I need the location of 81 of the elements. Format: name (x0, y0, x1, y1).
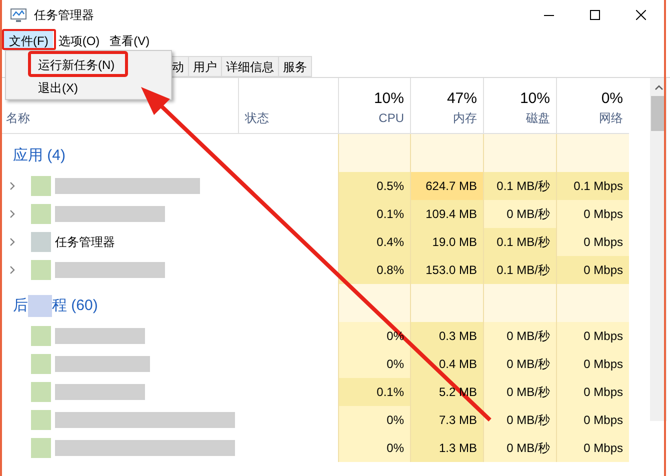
column-header[interactable]: 状态 (238, 78, 338, 133)
blurred-icon (31, 176, 51, 196)
column-label: 网络 (599, 110, 623, 127)
table-cell: 153.0 MB (410, 256, 483, 284)
table-cell: 0.1 MB/秒 (483, 172, 556, 200)
table-cell: 0.1 MB/秒 (483, 256, 556, 284)
group-row-cell (338, 134, 410, 172)
table-cell: 0% (338, 434, 410, 462)
group-row-cell (338, 284, 410, 322)
table-cell: 0.1% (338, 200, 410, 228)
table-cell: 0 Mbps (556, 350, 629, 378)
table-cell: 0.5% (338, 172, 410, 200)
group-header[interactable]: 后 (13, 294, 28, 318)
table-cell: 0.4% (338, 228, 410, 256)
close-icon (636, 10, 646, 20)
table-cell: 0 Mbps (556, 434, 629, 462)
scroll-up-icon[interactable] (654, 85, 662, 90)
menu-item[interactable]: 选项(O) (53, 31, 105, 51)
table-cell: 0 MB/秒 (483, 434, 556, 462)
tab[interactable]: 用户 (188, 56, 222, 77)
table-cell: 0.4 MB (410, 350, 483, 378)
column-header[interactable]: 47% 内存 (410, 78, 483, 133)
column-label: 磁盘 (526, 110, 550, 127)
table-cell: 0.3 MB (410, 322, 483, 350)
table-cell: 0 MB/秒 (483, 406, 556, 434)
table-cell: 0.1 MB/秒 (483, 228, 556, 256)
blurred-icon (31, 410, 51, 430)
table-cell: 0 Mbps (556, 378, 629, 406)
table-cell: 7.3 MB (410, 406, 483, 434)
tab[interactable]: 详细信息 (221, 56, 279, 77)
table-cell: 0 MB/秒 (483, 200, 556, 228)
app-icon (10, 8, 27, 22)
column-header[interactable]: 10% 磁盘 (483, 78, 556, 133)
column-header[interactable]: 0% 网络 (556, 78, 629, 133)
expand-chevron-icon[interactable] (10, 210, 15, 218)
column-label: 内存 (453, 110, 477, 127)
window-title: 任务管理器 (34, 7, 94, 24)
tab[interactable]: 服务 (278, 56, 312, 77)
table-cell: 0 Mbps (556, 228, 629, 256)
column-percent: 47% (446, 89, 477, 109)
column-percent: 0% (601, 89, 623, 109)
maximize-icon (590, 10, 600, 20)
expand-chevron-icon[interactable] (10, 266, 15, 274)
table-cell: 0 MB/秒 (483, 350, 556, 378)
group-header[interactable]: 应用 (4) (13, 144, 66, 168)
blurred-icon (31, 326, 51, 346)
menu-option[interactable]: 运行新任务(N) (36, 54, 117, 75)
table-cell: 0 Mbps (556, 200, 629, 228)
table-cell: 0.8% (338, 256, 410, 284)
table-cell: 0.1% (338, 378, 410, 406)
blurred-icon (31, 354, 51, 374)
table-cell: 0 MB/秒 (483, 378, 556, 406)
column-percent: 10% (374, 89, 404, 109)
blurred-icon (31, 438, 51, 458)
blurred-icon (31, 260, 51, 280)
table-cell: 1.3 MB (410, 434, 483, 462)
blurred-icon (31, 204, 51, 224)
expand-chevron-icon[interactable] (10, 182, 15, 190)
table-cell: 0.1 Mbps (556, 172, 629, 200)
table-cell: 0 MB/秒 (483, 322, 556, 350)
table-cell: 624.7 MB (410, 172, 483, 200)
table-cell: 0 Mbps (556, 256, 629, 284)
blurred-icon (31, 382, 51, 402)
table-cell: 0 Mbps (556, 322, 629, 350)
table-cell: 19.0 MB (410, 228, 483, 256)
table-cell: 0% (338, 350, 410, 378)
group-header[interactable]: 程 (60) (52, 294, 98, 318)
table-cell: 0 Mbps (556, 406, 629, 434)
process-name: 任务管理器 (55, 234, 115, 251)
column-label: CPU (378, 110, 404, 127)
blurred-region (28, 295, 52, 317)
app-icon (31, 232, 51, 252)
column-percent: 10% (520, 89, 550, 109)
column-header[interactable]: 10% CPU (338, 78, 410, 133)
table-cell: 0% (338, 406, 410, 434)
table-cell: 109.4 MB (410, 200, 483, 228)
menu-option[interactable]: 退出(X) (36, 77, 80, 98)
column-label: 状态 (245, 110, 269, 127)
minimize-icon (544, 14, 554, 16)
menu-item[interactable]: 查看(V) (104, 31, 155, 51)
expand-chevron-icon[interactable] (10, 238, 15, 246)
